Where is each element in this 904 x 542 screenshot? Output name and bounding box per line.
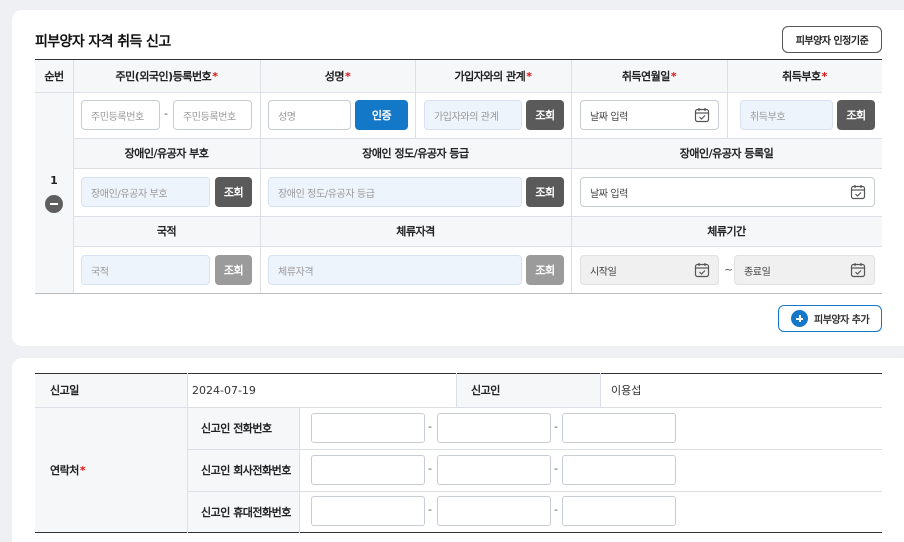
mobile-phone-part2-input[interactable] — [437, 496, 551, 526]
dash-separator: - — [164, 107, 168, 120]
page-title: 피부양자 자격 취득 신고 — [35, 34, 171, 50]
header-acquisition-code: 취득부호 * — [782, 69, 827, 84]
date-placeholder: 날짜 입력 — [590, 188, 628, 200]
header-resident-no: 주민(외국인)등록번호 * — [115, 69, 218, 84]
header-relation: 가입자와의 관계 * — [454, 69, 532, 84]
report-date-value: 2024-07-19 — [192, 383, 256, 397]
dash-separator: - — [554, 420, 558, 433]
header-name: 성명 * — [324, 69, 351, 84]
seq-column — [35, 92, 73, 294]
header-stay-period: 체류기간 — [707, 225, 746, 238]
dependent-registration-card: 피부양자 자격 취득 신고 피부양자 인정기준 순번 주민(외국인)등록번호 * … — [12, 10, 904, 346]
calendar-icon[interactable] — [694, 262, 710, 278]
disabled-code-lookup-button[interactable]: 조회 — [215, 177, 252, 207]
name-input[interactable]: 성명 — [268, 100, 351, 130]
phone-label: 신고인 전화번호 — [201, 422, 272, 435]
dash-separator: - — [554, 503, 558, 516]
col-divider — [456, 373, 457, 407]
mobile-phone-part1-input[interactable] — [311, 496, 425, 526]
relation-lookup-button[interactable]: 조회 — [526, 100, 564, 130]
company-phone-label: 신고인 회사전화번호 — [201, 464, 291, 477]
reporter-value: 이용섭 — [611, 384, 642, 397]
acquisition-code-input[interactable]: 취득부호 — [740, 100, 833, 130]
company-phone-part1-input[interactable] — [311, 455, 425, 485]
disabled-registration-date-input[interactable]: 날짜 입력 — [580, 177, 875, 207]
report-info-card: 신고일 2024-07-19 신고인 이용섭 연락처 * 신고인 전화번호 신고인… — [12, 358, 904, 542]
stay-end-date-input[interactable]: 종료일 — [734, 255, 875, 285]
col-divider — [600, 373, 601, 407]
row-divider — [187, 491, 882, 492]
col-divider — [187, 373, 188, 533]
stay-start-date-input[interactable]: 시작일 — [580, 255, 719, 285]
row-divider — [73, 246, 882, 247]
nationality-lookup-button[interactable]: 조회 — [215, 255, 252, 285]
phone-part2-input[interactable] — [437, 413, 551, 443]
dash-separator: - — [428, 420, 432, 433]
header-nationality: 국적 — [156, 225, 177, 238]
dash-separator: - — [428, 462, 432, 475]
nationality-input[interactable]: 국적 — [81, 255, 210, 285]
relation-input[interactable]: 가입자와의 관계 — [424, 100, 522, 130]
calendar-icon[interactable] — [694, 107, 710, 123]
mobile-phone-part3-input[interactable] — [562, 496, 676, 526]
header-disabled-grade: 장애인 정도/유공자 등급 — [362, 147, 469, 160]
header-seq: 순번 — [44, 70, 64, 83]
end-date-placeholder: 종료일 — [744, 266, 771, 278]
visa-status-lookup-button[interactable]: 조회 — [526, 255, 564, 285]
dependent-criteria-button[interactable]: 피부양자 인정기준 — [782, 26, 882, 53]
visa-status-input[interactable]: 체류자격 — [268, 255, 522, 285]
plus-circle-icon — [791, 310, 808, 327]
header-disabled-code: 장애인/유공자 부호 — [124, 147, 209, 160]
add-dependent-label: 피부양자 추가 — [814, 315, 870, 326]
dash-separator: - — [428, 503, 432, 516]
table-bottom-border — [35, 532, 882, 533]
row-divider — [35, 407, 882, 408]
resident-no-first-input[interactable]: 주민등록번호 — [81, 100, 160, 130]
row-number: 1 — [50, 174, 58, 187]
acquisition-code-lookup-button[interactable]: 조회 — [837, 100, 875, 130]
col-divider — [73, 60, 74, 293]
date-placeholder: 날짜 입력 — [590, 111, 628, 123]
report-date-label: 신고일 — [50, 384, 79, 397]
company-phone-part2-input[interactable] — [437, 455, 551, 485]
row-divider — [73, 168, 882, 169]
phone-part3-input[interactable] — [562, 413, 676, 443]
row-divider — [35, 92, 882, 93]
table-bottom-border — [35, 293, 882, 294]
disabled-grade-input[interactable]: 장애인 정도/유공자 등급 — [268, 177, 522, 207]
acquisition-date-input[interactable]: 날짜 입력 — [580, 100, 719, 130]
verify-button[interactable]: 인증 — [355, 100, 408, 130]
tilde-separator: ~ — [724, 263, 734, 276]
row-divider — [187, 449, 882, 450]
add-dependent-button[interactable]: 피부양자 추가 — [778, 305, 882, 332]
dash-separator: - — [554, 462, 558, 475]
disabled-grade-lookup-button[interactable]: 조회 — [526, 177, 564, 207]
resident-no-second-input[interactable]: 주민등록번호 — [173, 100, 252, 130]
start-date-placeholder: 시작일 — [590, 266, 617, 278]
company-phone-part3-input[interactable] — [562, 455, 676, 485]
header-acquisition-date: 취득연월일 * — [621, 69, 677, 84]
remove-row-icon[interactable] — [45, 195, 63, 213]
col-divider — [571, 60, 572, 293]
disabled-code-input[interactable]: 장애인/유공자 부호 — [81, 177, 210, 207]
reporter-label: 신고인 — [471, 384, 500, 397]
table-top-border — [35, 373, 882, 374]
calendar-icon[interactable] — [850, 184, 866, 200]
col-divider — [299, 407, 300, 533]
calendar-icon[interactable] — [850, 262, 866, 278]
contact-label: 연락처 * — [50, 463, 86, 478]
phone-part1-input[interactable] — [311, 413, 425, 443]
header-disabled-date: 장애인/유공자 등록일 — [679, 147, 774, 160]
header-visa-status: 체류자격 — [396, 225, 435, 238]
mobile-phone-label: 신고인 휴대전화번호 — [201, 506, 291, 519]
